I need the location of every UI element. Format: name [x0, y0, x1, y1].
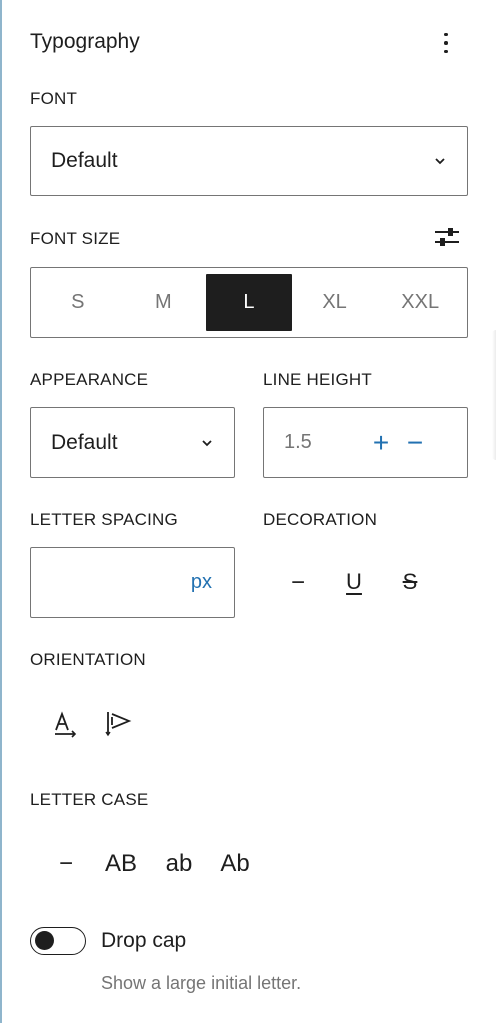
decoration-label: DECORATION [263, 510, 378, 529]
drop-cap-help-text: Show a large initial letter. [101, 973, 302, 993]
letter-case-uppercase-button[interactable]: AB [103, 848, 139, 880]
font-size-option-s[interactable]: S [35, 274, 121, 331]
panel-title: Typography [30, 30, 140, 53]
font-size-toggle-group: S M L XL XXL [30, 267, 468, 338]
font-label: FONT [30, 89, 78, 108]
font-size-label: FONT SIZE [30, 229, 121, 248]
panel-edge-shadow [492, 330, 496, 460]
vertical-text-icon[interactable] [104, 708, 134, 738]
font-select-value: Default [51, 149, 118, 172]
increment-button[interactable]: + [364, 428, 398, 457]
decoration-strikethrough-button[interactable]: S [396, 566, 424, 598]
decoration-underline-button[interactable]: U [341, 566, 367, 598]
letter-spacing-label: LETTER SPACING [30, 510, 178, 529]
font-size-option-xxl[interactable]: XXL [377, 274, 463, 331]
letter-case-none-button[interactable]: − [53, 848, 79, 880]
custom-size-settings-icon[interactable] [433, 224, 461, 250]
orientation-label: ORIENTATION [30, 650, 146, 669]
letter-case-capitalize-button[interactable]: Ab [217, 848, 253, 880]
appearance-label: APPEARANCE [30, 370, 149, 389]
letter-case-label: LETTER CASE [30, 790, 149, 809]
appearance-select[interactable]: Default [30, 407, 235, 478]
line-height-label: LINE HEIGHT [263, 370, 372, 389]
more-vertical-dot [444, 41, 448, 45]
font-select[interactable]: Default [30, 126, 468, 196]
decoration-none-button[interactable]: − [284, 568, 312, 598]
chevron-down-icon [202, 439, 212, 446]
drop-cap-label: Drop cap [101, 929, 187, 952]
line-height-input[interactable]: 1.5 + − [263, 407, 468, 478]
panel-left-border [0, 0, 2, 1023]
chevron-down-icon [435, 158, 445, 165]
letter-spacing-unit: px [190, 571, 212, 593]
letter-case-lowercase-button[interactable]: ab [162, 848, 196, 880]
font-size-option-l[interactable]: L [206, 274, 292, 331]
drop-cap-toggle[interactable] [30, 927, 86, 955]
appearance-select-value: Default [51, 430, 118, 454]
line-height-value: 1.5 [284, 431, 312, 453]
more-vertical-dot [444, 49, 448, 54]
more-vertical-icon [444, 32, 448, 37]
font-size-option-m[interactable]: M [121, 274, 207, 331]
decrement-button[interactable]: − [398, 428, 432, 457]
more-options-button[interactable] [432, 27, 460, 59]
font-size-option-xl[interactable]: XL [292, 274, 378, 331]
letter-spacing-input[interactable]: px [30, 547, 235, 618]
horizontal-text-icon[interactable] [52, 708, 82, 738]
toggle-knob [35, 931, 54, 950]
